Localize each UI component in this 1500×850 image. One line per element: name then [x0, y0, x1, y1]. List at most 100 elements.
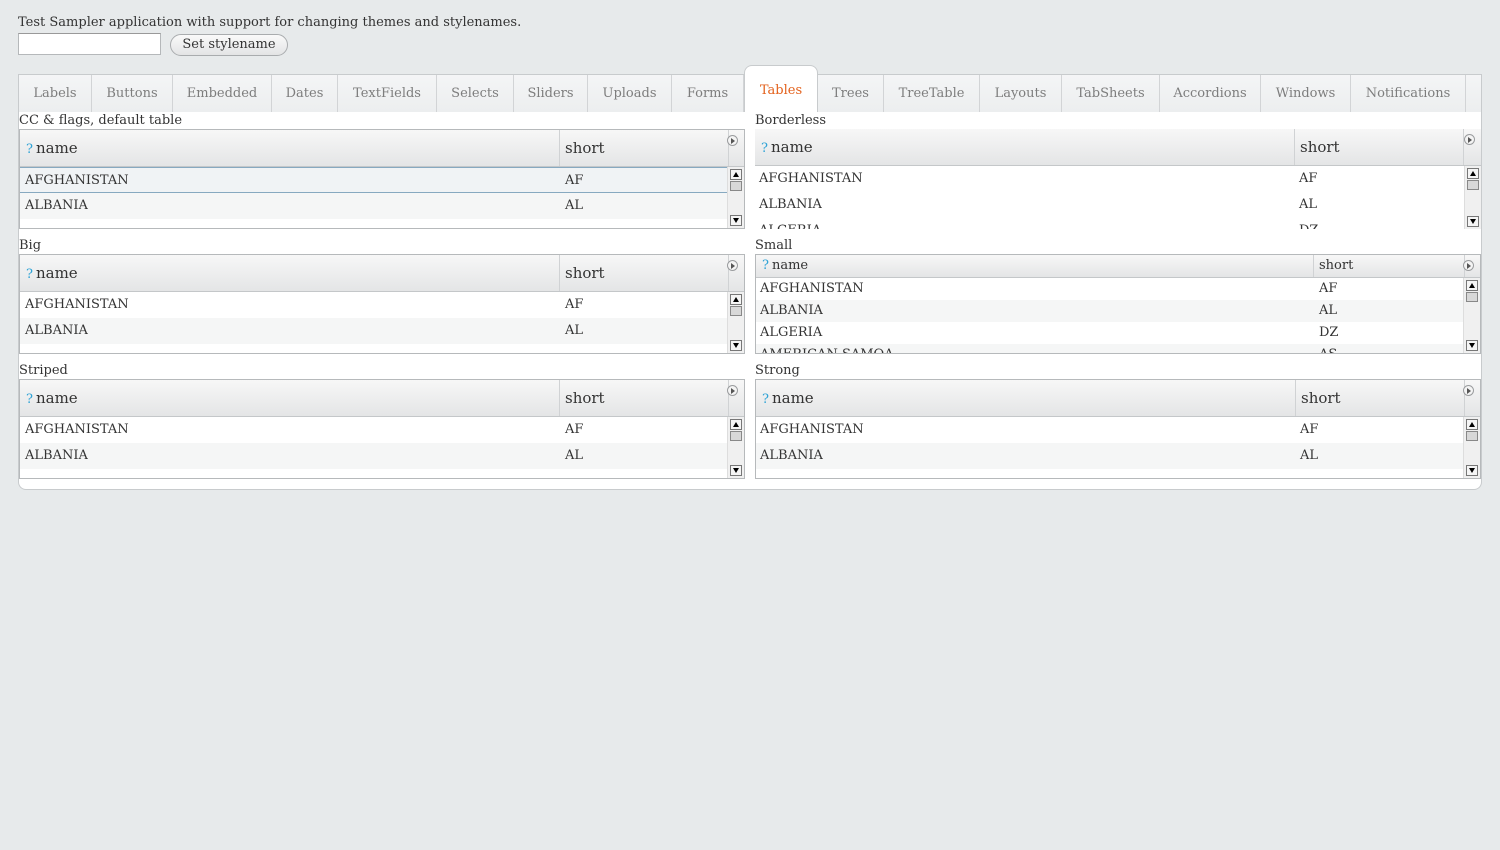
tab-trees[interactable]: Trees: [818, 75, 884, 112]
vertical-scrollbar[interactable]: [1464, 166, 1481, 229]
tab-labels[interactable]: Labels: [19, 75, 92, 112]
scroll-up-icon[interactable]: [1467, 168, 1479, 179]
table-row[interactable]: AMERICAN SAMOA AS: [756, 344, 1464, 353]
table-borderless: ?name short AFGHANISTAN AF ALBANIA AL AL…: [755, 129, 1481, 229]
column-header-short[interactable]: short: [1295, 129, 1464, 165]
table-caption: Big: [19, 238, 42, 253]
table-row[interactable]: ALBANIA AL: [755, 192, 1463, 218]
column-header-name[interactable]: ? name: [756, 380, 1296, 416]
table-caption: Borderless: [755, 113, 827, 128]
tab-textfields[interactable]: TextFields: [338, 75, 437, 112]
scroll-down-icon[interactable]: [730, 465, 742, 476]
table-row[interactable]: ALBANIA AL: [20, 193, 728, 219]
column-header-name[interactable]: ? name: [756, 255, 1314, 277]
set-stylename-button[interactable]: Set stylename: [170, 34, 288, 56]
column-header-name[interactable]: ? name: [20, 130, 560, 166]
table-row[interactable]: AFGHANISTAN AF: [20, 167, 728, 193]
help-icon: ?: [761, 141, 768, 156]
table-row[interactable]: ALBANIA AL: [756, 443, 1464, 469]
table-striped: ? name short AFGHANISTAN AF ALBANIA AL: [19, 379, 745, 479]
cell-name: AMERICAN SAMOA: [760, 344, 894, 353]
table-row[interactable]: AFGHANISTAN AF: [20, 417, 728, 443]
cell-short: DZ: [1299, 218, 1318, 229]
scroll-thumb[interactable]: [730, 181, 742, 191]
column-header-name[interactable]: ? name: [20, 255, 560, 291]
vertical-scrollbar[interactable]: [727, 417, 744, 478]
tab-sliders[interactable]: Sliders: [514, 75, 588, 112]
vertical-scrollbar[interactable]: [727, 167, 744, 228]
vertical-scrollbar[interactable]: [1463, 417, 1480, 478]
tab-layouts[interactable]: Layouts: [980, 75, 1062, 112]
scroll-down-icon[interactable]: [1466, 465, 1478, 476]
column-header-short[interactable]: short: [1296, 380, 1465, 416]
scroll-thumb[interactable]: [1466, 431, 1478, 441]
stylename-input[interactable]: [18, 33, 161, 55]
scroll-thumb[interactable]: [730, 431, 742, 441]
scroll-thumb[interactable]: [1466, 292, 1478, 302]
tab-treetable[interactable]: TreeTable: [884, 75, 980, 112]
column-header-name[interactable]: ? name: [20, 380, 560, 416]
cell-name: ALBANIA: [760, 303, 823, 318]
tab-forms[interactable]: Forms: [672, 75, 744, 112]
column-header-short[interactable]: short: [560, 130, 729, 166]
cell-short: AF: [565, 297, 584, 312]
tab-uploads[interactable]: Uploads: [588, 75, 672, 112]
column-selector-icon[interactable]: [1463, 260, 1474, 271]
cell-name: AFGHANISTAN: [25, 422, 129, 437]
tab-tables[interactable]: Tables: [744, 65, 818, 113]
tab-selects[interactable]: Selects: [437, 75, 514, 112]
scroll-thumb[interactable]: [1467, 180, 1479, 190]
cell-short: AF: [1319, 281, 1338, 296]
column-selector-icon[interactable]: [727, 135, 738, 146]
table-header: ? name short: [756, 255, 1480, 278]
tab-notifications[interactable]: Notifications: [1351, 75, 1466, 112]
tab-tabsheets[interactable]: TabSheets: [1062, 75, 1160, 112]
table-row[interactable]: AFGHANISTAN AF: [756, 278, 1464, 300]
tab-embedded[interactable]: Embedded: [173, 75, 272, 112]
column-header-short[interactable]: short: [1314, 255, 1465, 277]
cell-short: AL: [1319, 303, 1338, 318]
tab-buttons[interactable]: Buttons: [92, 75, 173, 112]
scroll-up-icon[interactable]: [1466, 419, 1478, 430]
scroll-up-icon[interactable]: [730, 419, 742, 430]
vertical-scrollbar[interactable]: [727, 292, 744, 353]
tab-windows[interactable]: Windows: [1261, 75, 1351, 112]
tab-dates[interactable]: Dates: [272, 75, 338, 112]
table-row[interactable]: ALBANIA AL: [756, 300, 1464, 322]
cell-short: AF: [1299, 171, 1318, 186]
cell-short: AF: [1300, 422, 1319, 437]
column-selector-icon[interactable]: [1463, 385, 1474, 396]
cell-short: AS: [1319, 344, 1337, 353]
cell-name: ALBANIA: [760, 448, 823, 463]
table-row[interactable]: AFGHANISTAN AF: [20, 292, 728, 318]
vertical-scrollbar[interactable]: [1463, 278, 1480, 353]
scroll-down-icon[interactable]: [730, 340, 742, 351]
table-row[interactable]: AFGHANISTAN AF: [756, 417, 1464, 443]
scroll-up-icon[interactable]: [730, 169, 742, 180]
column-header-name[interactable]: ? name: [755, 129, 1295, 165]
column-header-short[interactable]: short: [560, 255, 729, 291]
column-header-short[interactable]: short: [560, 380, 729, 416]
column-selector-icon[interactable]: [1464, 134, 1475, 145]
tabsheet: Labels Buttons Embedded Dates TextFields…: [18, 65, 1482, 490]
table-row[interactable]: ALGERIA DZ: [755, 218, 1463, 229]
cell-name: AFGHANISTAN: [760, 281, 864, 296]
scroll-down-icon[interactable]: [1466, 340, 1478, 351]
table-row[interactable]: ALBANIA AL: [20, 443, 728, 469]
cell-short: AF: [565, 422, 584, 437]
tab-accordions[interactable]: Accordions: [1160, 75, 1261, 112]
scroll-down-icon[interactable]: [730, 215, 742, 226]
scroll-thumb[interactable]: [730, 306, 742, 316]
table-row[interactable]: ALBANIA AL: [20, 318, 728, 344]
cell-name: AFGHANISTAN: [25, 297, 129, 312]
table-row[interactable]: AFGHANISTAN AF: [755, 166, 1463, 192]
scroll-down-icon[interactable]: [1467, 216, 1479, 227]
table-row[interactable]: ALGERIA DZ: [756, 322, 1464, 344]
column-selector-icon[interactable]: [727, 260, 738, 271]
scroll-up-icon[interactable]: [1466, 280, 1478, 291]
column-selector-icon[interactable]: [727, 385, 738, 396]
cell-name: ALGERIA: [760, 325, 823, 340]
table-strong: ? name short AFGHANISTAN AF ALBANIA AL: [755, 379, 1481, 479]
scroll-up-icon[interactable]: [730, 294, 742, 305]
intro: Test Sampler application with support fo…: [18, 15, 521, 31]
